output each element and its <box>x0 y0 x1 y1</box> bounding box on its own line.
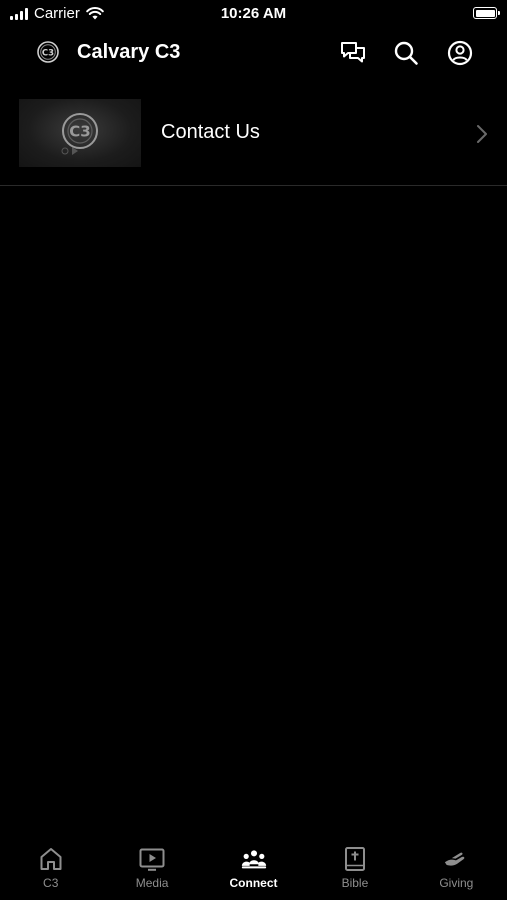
tab-label-c3: C3 <box>43 876 59 890</box>
tab-connect[interactable]: Connect <box>203 838 304 900</box>
app-header: C3 Calvary C3 <box>0 28 507 78</box>
tab-bible[interactable]: Bible <box>304 838 405 900</box>
status-time: 10:26 AM <box>220 5 287 22</box>
chat-icon <box>341 42 365 63</box>
list-item-label: Contact Us <box>161 121 260 143</box>
search-button[interactable] <box>392 39 420 67</box>
tab-bar: C3 Media Connect Bible Giving <box>0 838 507 900</box>
tab-label-media: Media <box>135 876 169 890</box>
people-icon <box>241 850 266 869</box>
tab-label-connect: Connect <box>229 876 278 890</box>
status-bar: Carrier 10:26 AM <box>0 0 507 28</box>
tab-label-bible: Bible <box>341 876 369 890</box>
battery-icon <box>473 7 500 19</box>
app-title: Calvary C3 <box>77 41 181 63</box>
chat-button[interactable] <box>339 39 367 67</box>
chevron-right-icon <box>477 125 487 143</box>
profile-icon <box>447 40 473 66</box>
play-icon <box>139 848 165 871</box>
tab-giving[interactable]: Giving <box>406 838 507 900</box>
tab-c3[interactable]: C3 <box>0 838 101 900</box>
svg-text:C3: C3 <box>42 49 54 59</box>
search-icon <box>394 41 418 65</box>
home-icon <box>40 848 62 870</box>
c3-logo-icon: C3 <box>61 113 98 155</box>
profile-button[interactable] <box>446 39 474 67</box>
tab-label-giving: Giving <box>439 876 474 890</box>
giving-hand-icon <box>445 852 465 866</box>
list-item-contact-us[interactable]: C3 Contact Us <box>0 86 507 186</box>
app-logo-icon: C3 <box>37 41 59 63</box>
tab-media[interactable]: Media <box>101 838 202 900</box>
bible-icon <box>344 847 365 871</box>
contact-thumbnail: C3 <box>19 99 141 167</box>
svg-text:C3: C3 <box>69 123 90 141</box>
